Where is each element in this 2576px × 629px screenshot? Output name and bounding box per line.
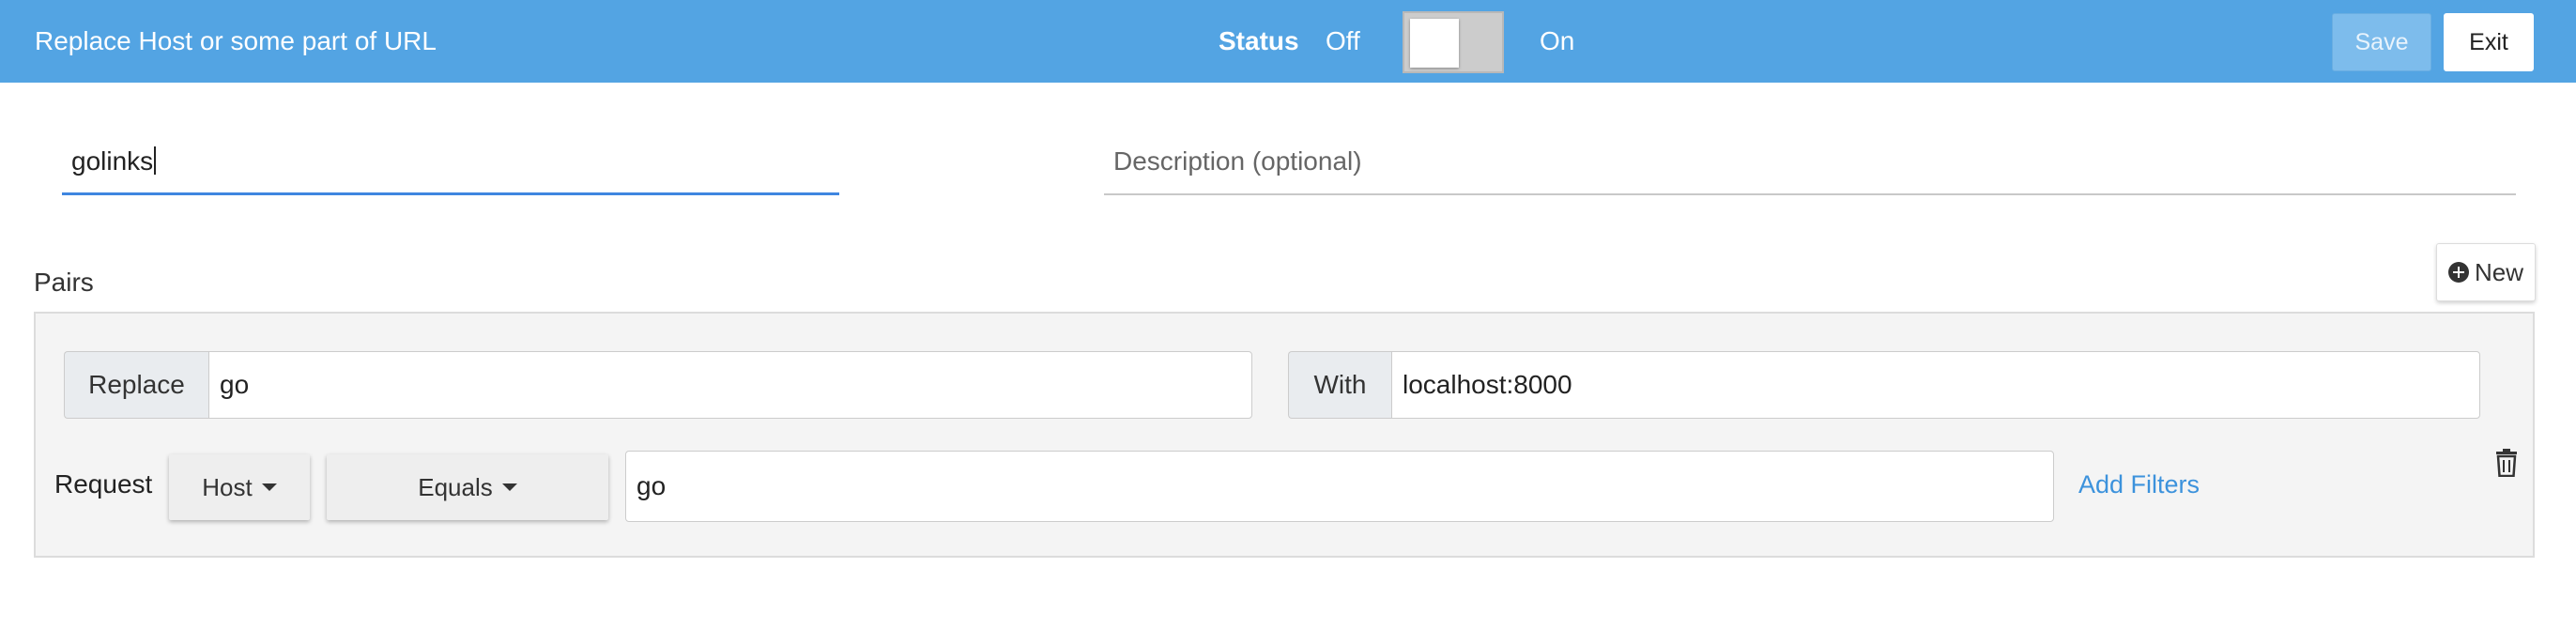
description-placeholder: Description (optional) [1113, 146, 1362, 176]
rule-name-input[interactable]: golinks [62, 135, 839, 195]
caret-down-icon [501, 483, 517, 491]
save-button[interactable]: Save [2332, 13, 2431, 71]
caret-down-icon [261, 483, 277, 491]
status-on-label: On [1540, 26, 1575, 55]
page-title: Replace Host or some part of URL [35, 26, 437, 55]
header-bar: Replace Host or some part of URL Status … [0, 0, 2576, 83]
description-input[interactable]: Description (optional) [1104, 135, 2516, 195]
new-pair-label: New [2475, 258, 2524, 286]
request-label: Request [54, 469, 153, 499]
replace-addon-label: Replace [64, 351, 208, 419]
status-toggle[interactable] [1403, 11, 1504, 73]
replace-input[interactable]: go [208, 351, 1252, 419]
pair-panel: Replace go With localhost:8000 Request H… [34, 312, 2535, 558]
operator-select-value: Equals [418, 473, 493, 501]
new-pair-button[interactable]: New [2436, 243, 2536, 301]
with-addon-label: With [1288, 351, 1391, 419]
source-select[interactable]: Host [169, 454, 310, 520]
with-input[interactable]: localhost:8000 [1391, 351, 2480, 419]
toggle-knob [1410, 19, 1459, 68]
trash-icon[interactable] [2495, 449, 2518, 477]
pairs-label: Pairs [34, 268, 94, 297]
status-label: Status [1219, 26, 1299, 55]
filter-value-input[interactable]: go [625, 451, 2054, 522]
exit-button[interactable]: Exit [2444, 13, 2534, 71]
add-filters-link[interactable]: Add Filters [2078, 468, 2200, 501]
rule-name-value: golinks [71, 145, 156, 178]
source-select-value: Host [202, 473, 253, 501]
operator-select[interactable]: Equals [327, 454, 608, 520]
plus-circle-icon [2448, 262, 2469, 283]
status-off-label: Off [1326, 26, 1360, 55]
